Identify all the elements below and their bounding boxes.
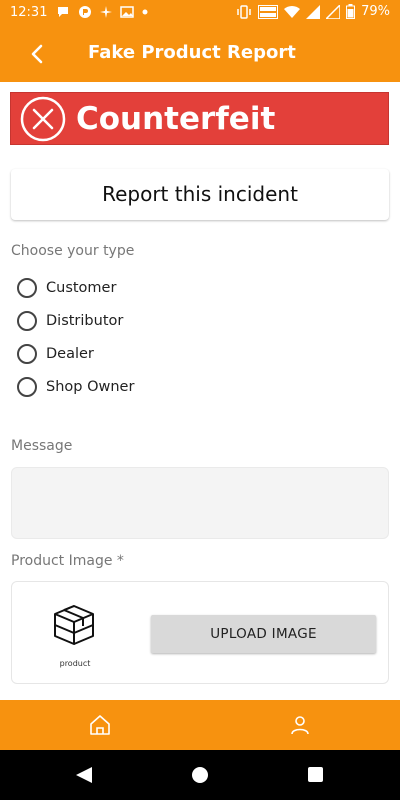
signal-icon <box>306 4 321 19</box>
radio-button[interactable] <box>17 344 37 364</box>
wifi-icon <box>284 5 301 18</box>
radio-dealer[interactable]: Dealer <box>17 344 94 364</box>
system-home-icon[interactable] <box>192 767 208 783</box>
system-back-icon[interactable] <box>76 767 92 783</box>
status-time: 12:31 <box>10 5 48 20</box>
radio-button[interactable] <box>17 377 37 397</box>
message-input[interactable] <box>11 467 389 539</box>
app-icon <box>79 6 91 18</box>
back-arrow-icon[interactable] <box>26 42 50 66</box>
radio-label: Shop Owner <box>46 379 135 395</box>
signal-icon-2 <box>326 4 341 19</box>
report-card: Report this incident <box>11 169 389 220</box>
system-icons: 79% <box>236 4 390 19</box>
battery-icon <box>346 4 356 19</box>
product-thumb-label: product <box>59 659 91 668</box>
close-circle-icon <box>20 96 66 142</box>
system-nav-bar <box>0 750 400 800</box>
chat-icon <box>58 7 68 17</box>
radio-shop-owner[interactable]: Shop Owner <box>17 377 134 397</box>
radio-button[interactable] <box>17 278 37 298</box>
report-title: Report this incident <box>102 182 298 206</box>
banner-text: Counterfeit <box>76 101 276 137</box>
vibrate-icon <box>237 4 251 19</box>
type-label: Choose your type <box>11 243 135 259</box>
notification-icons <box>56 5 148 19</box>
radio-customer[interactable]: Customer <box>17 278 116 298</box>
radio-label: Distributor <box>46 313 124 329</box>
radio-label: Dealer <box>46 346 94 362</box>
upload-image-button[interactable]: UPLOAD IMAGE <box>151 615 376 653</box>
image-icon <box>120 6 134 18</box>
sparkle-icon <box>100 6 112 18</box>
home-icon[interactable] <box>88 713 112 737</box>
product-box-icon <box>54 605 94 645</box>
battery-percent: 79% <box>361 4 390 19</box>
radio-button[interactable] <box>17 311 37 331</box>
profile-icon[interactable] <box>288 713 312 737</box>
page-title: Fake Product Report <box>88 42 296 63</box>
bottom-nav <box>0 700 400 750</box>
radio-label: Customer <box>46 280 117 296</box>
product-image-label: Product Image * <box>11 553 124 569</box>
product-image-card: product UPLOAD IMAGE <box>11 581 389 684</box>
volte-icon <box>258 4 279 19</box>
app-bar: Fake Product Report <box>0 26 400 82</box>
message-label: Message <box>11 438 73 454</box>
counterfeit-banner: Counterfeit <box>10 92 389 145</box>
system-recents-icon[interactable] <box>308 767 323 782</box>
dot-icon <box>142 9 148 15</box>
status-bar: 12:31 79% <box>0 0 400 26</box>
radio-distributor[interactable]: Distributor <box>17 311 123 331</box>
